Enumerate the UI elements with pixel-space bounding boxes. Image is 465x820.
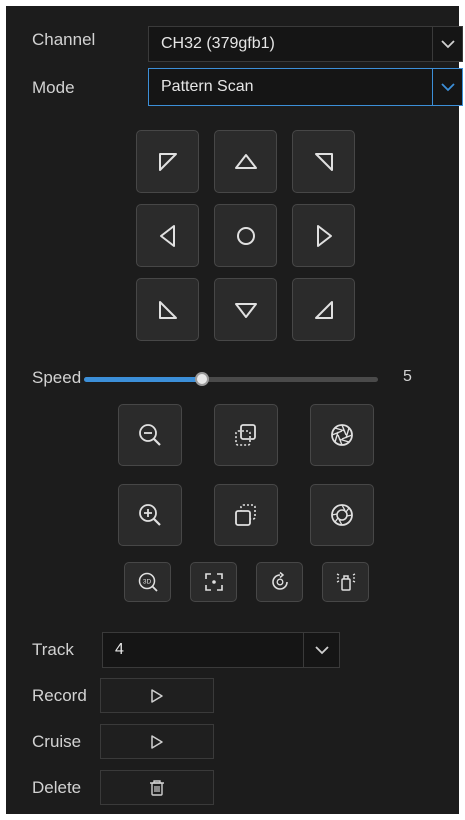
trash-icon xyxy=(150,779,164,796)
track-value: 4 xyxy=(115,641,124,658)
ptz-left-button[interactable] xyxy=(136,204,199,267)
ptz-up-right-button[interactable] xyxy=(292,130,355,193)
zoom-in-button[interactable] xyxy=(118,484,182,546)
channel-label: Channel xyxy=(32,30,96,49)
delete-label: Delete xyxy=(32,778,82,797)
arrow-up-icon xyxy=(234,153,257,169)
play-icon xyxy=(151,688,163,703)
delete-button[interactable] xyxy=(100,770,214,805)
ptz-right-button[interactable] xyxy=(292,204,355,267)
cruise-play-button[interactable] xyxy=(100,724,214,759)
ptz-down-right-button[interactable] xyxy=(292,278,355,341)
ptz-up-left-button[interactable] xyxy=(136,130,199,193)
iris-open-icon xyxy=(331,504,353,526)
arrow-up-left-icon xyxy=(158,152,177,171)
chevron-down-icon[interactable] xyxy=(432,27,462,61)
ptz-down-button[interactable] xyxy=(214,278,277,341)
arrow-down-icon xyxy=(234,302,257,318)
focus-near-icon xyxy=(235,424,256,446)
arrow-down-right-icon xyxy=(314,300,333,319)
mode-value: Pattern Scan xyxy=(161,78,254,95)
arrow-up-right-icon xyxy=(314,152,333,171)
channel-value: CH32 (379gfb1) xyxy=(161,35,275,52)
record-play-button[interactable] xyxy=(100,678,214,713)
iris-close-button[interactable] xyxy=(310,404,374,466)
zoom-in-icon xyxy=(139,504,161,526)
ptz-down-left-button[interactable] xyxy=(136,278,199,341)
speed-label: Speed xyxy=(32,368,82,387)
speed-value: 5 xyxy=(403,368,412,385)
zoom-out-icon xyxy=(139,424,161,446)
mode-select[interactable]: Pattern Scan xyxy=(148,68,463,106)
region-focus-icon xyxy=(204,573,223,591)
record-label: Record xyxy=(32,686,87,705)
wiper-icon xyxy=(336,573,355,591)
wiper-button[interactable] xyxy=(322,562,369,602)
3d-zoom-icon: 3D xyxy=(138,572,158,592)
iris-open-button[interactable] xyxy=(310,484,374,546)
arrow-down-left-icon xyxy=(158,300,177,319)
focus-near-button[interactable] xyxy=(214,404,278,466)
chevron-down-icon[interactable] xyxy=(432,69,462,105)
cruise-label: Cruise xyxy=(32,732,82,751)
chevron-down-icon[interactable] xyxy=(303,633,339,667)
ptz-center-button[interactable] xyxy=(214,204,277,267)
region-focus-button[interactable] xyxy=(190,562,237,602)
mode-label: Mode xyxy=(32,78,75,97)
focus-far-button[interactable] xyxy=(214,484,278,546)
play-icon xyxy=(151,734,163,749)
channel-select[interactable]: CH32 (379gfb1) xyxy=(148,26,463,62)
track-select[interactable]: 4 xyxy=(102,632,340,668)
focus-far-icon xyxy=(235,504,256,526)
speed-slider-fill xyxy=(84,377,202,382)
lens-reset-icon xyxy=(271,571,288,590)
svg-text:3D: 3D xyxy=(142,579,151,586)
speed-slider[interactable] xyxy=(84,372,378,386)
ptz-up-button[interactable] xyxy=(214,130,277,193)
lens-reset-button[interactable] xyxy=(256,562,303,602)
iris-close-icon xyxy=(331,424,353,446)
arrow-left-icon xyxy=(159,224,175,247)
3d-zoom-button[interactable]: 3D xyxy=(124,562,171,602)
zoom-out-button[interactable] xyxy=(118,404,182,466)
track-label: Track xyxy=(32,640,74,659)
ptz-control-panel: Channel CH32 (379gfb1) Mode Pattern Scan xyxy=(6,6,463,814)
arrow-right-icon xyxy=(316,224,332,247)
speed-slider-handle[interactable] xyxy=(194,372,209,386)
circle-icon xyxy=(236,226,255,245)
